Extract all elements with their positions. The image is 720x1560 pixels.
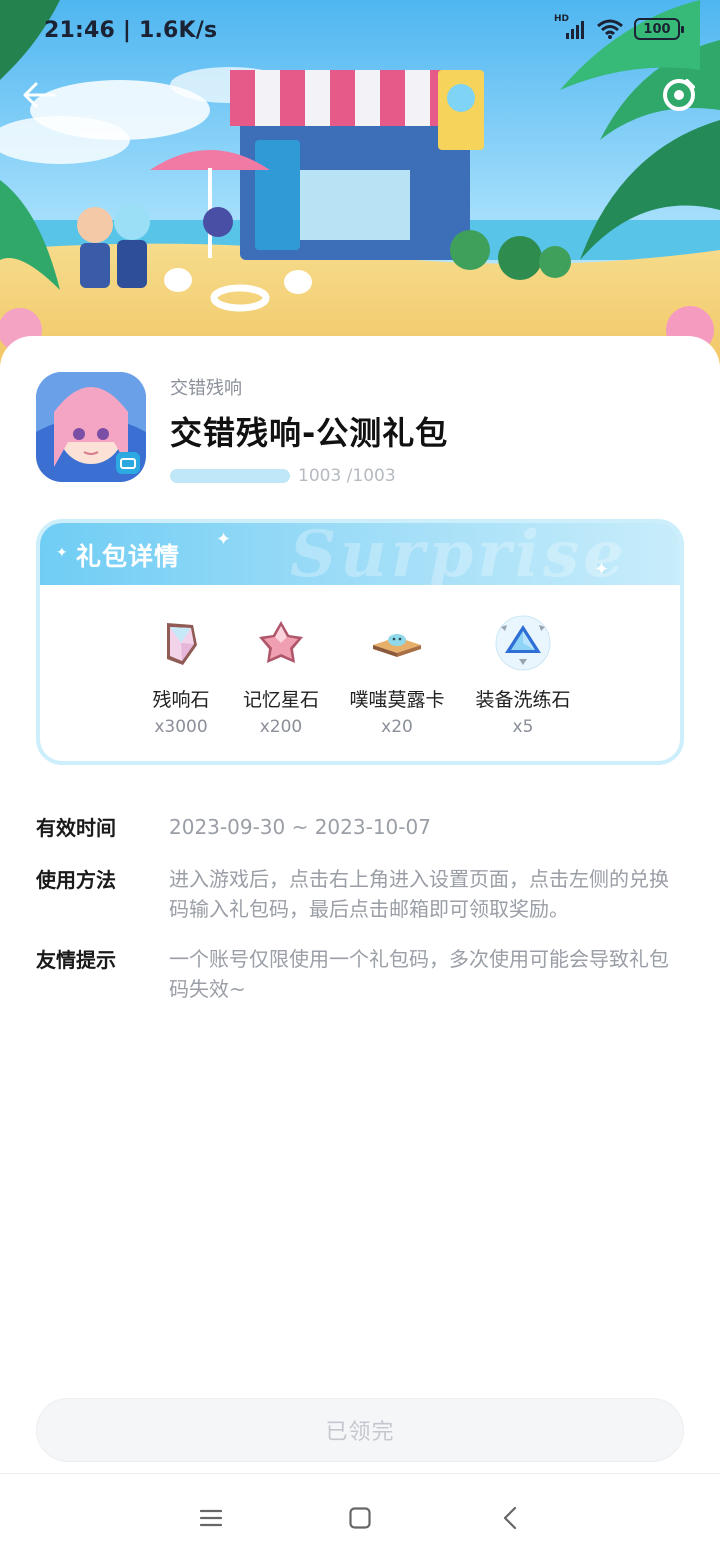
system-nav-bar xyxy=(0,1474,720,1560)
signal-icon: HD xyxy=(554,14,586,40)
nav-menu-button[interactable] xyxy=(191,1498,231,1538)
menu-icon xyxy=(199,1509,223,1527)
gift-contents-title: 礼包详情 xyxy=(76,542,181,571)
validity-row: 有效时间 2023-09-30 ~ 2023-10-07 xyxy=(36,812,684,844)
gift-item-label: 装备洗练石 xyxy=(475,689,571,711)
gift-contents-header: Surprise ✦ ✦ ✦ 礼包详情 xyxy=(40,523,680,585)
tips-value: 一个账号仅限使用一个礼包码，多次使用可能会导致礼包码失效~ xyxy=(169,947,669,1001)
validity-label: 有效时间 xyxy=(36,816,116,840)
back-button[interactable] xyxy=(18,74,60,116)
gift-title: 交错残响-公测礼包 xyxy=(170,414,449,452)
claim-progress-fill xyxy=(170,469,290,483)
home-icon xyxy=(349,1507,371,1529)
header-watermark: Surprise xyxy=(290,523,628,585)
crystal-icon xyxy=(153,615,209,671)
gift-item-list: 残响石 x3000 记忆星石 x200 噗嗤莫露卡 x20 装备洗练石 x5 xyxy=(40,585,680,761)
nav-back-button[interactable] xyxy=(491,1498,531,1538)
validity-value: 2023-09-30 ~ 2023-10-07 xyxy=(169,815,431,839)
claim-progress-text: 1003 /1003 xyxy=(298,466,396,486)
tips-row: 友情提示 一个账号仅限使用一个礼包码，多次使用可能会导致礼包码失效~ xyxy=(36,944,684,1004)
sparkle-icon: ✦ xyxy=(216,529,232,550)
status-time: 21:46 | 1.6K/s xyxy=(44,18,218,43)
claim-progress-bar xyxy=(170,469,290,483)
tips-label: 友情提示 xyxy=(36,948,116,972)
usage-value: 进入游戏后，点击右上角进入设置页面，点击左侧的兑换码输入礼包码，最后点击邮箱即可… xyxy=(169,867,669,921)
sparkle-icon: ✦ xyxy=(56,545,68,561)
hero-banner: 21:46 | 1.6K/s HD 100 xyxy=(0,0,720,370)
wifi-icon xyxy=(596,18,624,40)
sparkle-icon: ✦ xyxy=(594,559,610,580)
usage-label: 使用方法 xyxy=(36,868,116,892)
gift-item-qty: x5 xyxy=(512,717,534,737)
star-stone-icon xyxy=(253,615,309,671)
status-indicators: HD 100 xyxy=(554,14,684,40)
gift-detail-sheet: 交错残响 交错残响-公测礼包 1003 /1003 Surprise ✦ ✦ ✦… xyxy=(0,336,720,1560)
battery-indicator: 100 xyxy=(634,18,684,40)
settings-icon xyxy=(663,79,695,111)
back-arrow-icon xyxy=(23,82,56,108)
refine-stone-icon xyxy=(495,615,551,671)
food-card-icon xyxy=(369,615,425,671)
nav-home-button[interactable] xyxy=(340,1498,380,1538)
claim-button[interactable]: 已领完 xyxy=(36,1398,684,1462)
settings-button[interactable] xyxy=(658,74,700,116)
network-label: HD xyxy=(554,14,570,24)
game-icon xyxy=(36,372,146,482)
gift-contents-card: Surprise ✦ ✦ ✦ 礼包详情 残响石 x3000 记忆星石 x200 … xyxy=(36,519,684,765)
usage-row: 使用方法 进入游戏后，点击右上角进入设置页面，点击左侧的兑换码输入礼包码，最后点… xyxy=(36,864,684,924)
back-icon xyxy=(503,1506,517,1530)
status-bar: 21:46 | 1.6K/s HD 100 xyxy=(0,0,720,62)
game-name: 交错残响 xyxy=(170,378,242,399)
